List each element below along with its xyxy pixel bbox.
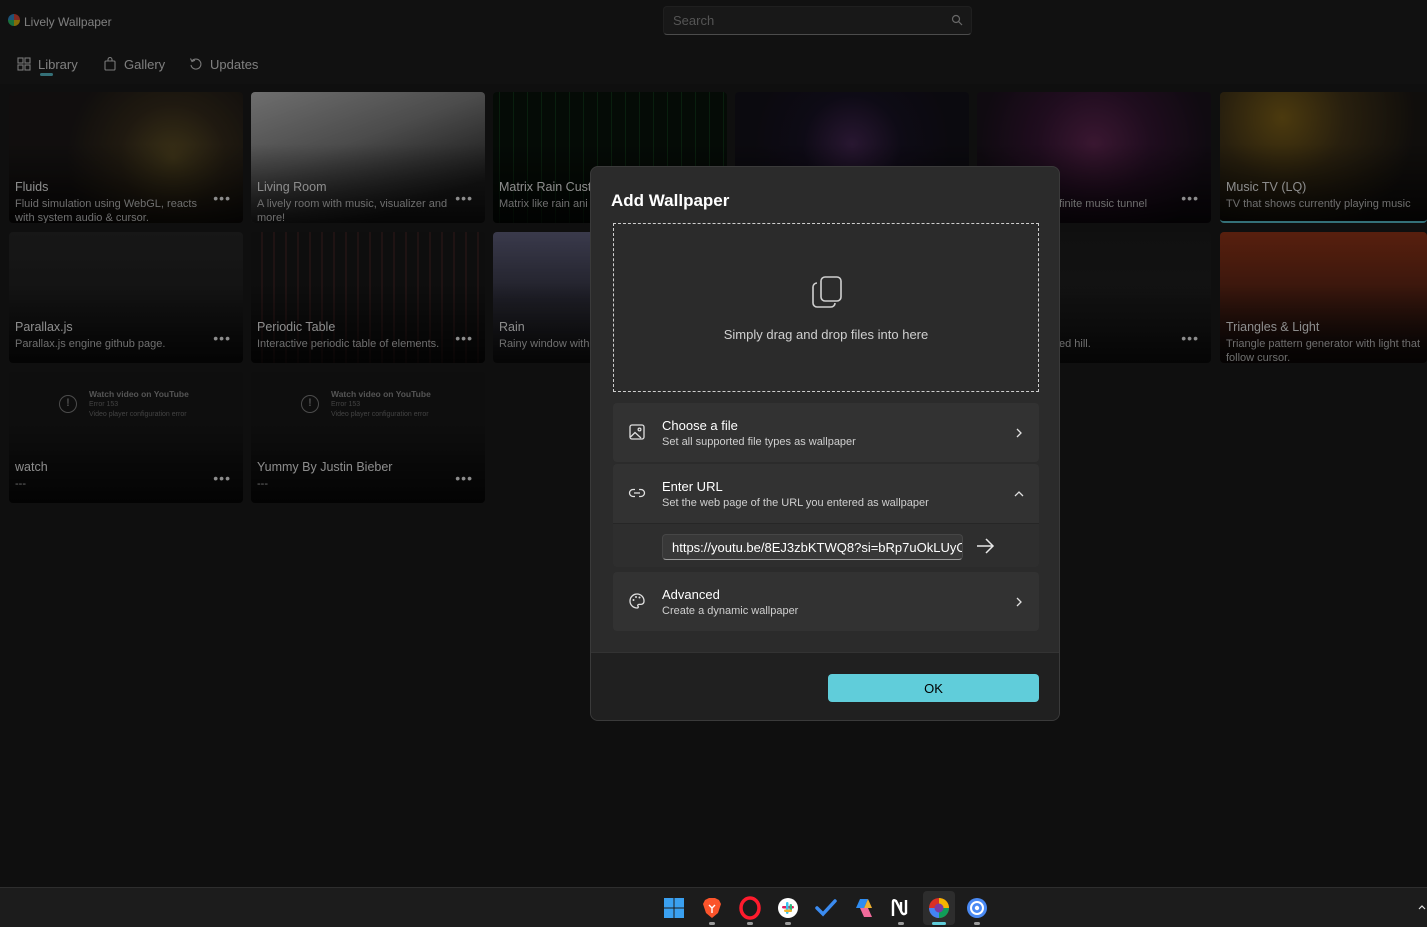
chevron-right-icon	[1016, 428, 1022, 438]
url-input[interactable]	[662, 534, 963, 560]
choose-file-option[interactable]: Choose a file Set all supported file typ…	[613, 403, 1039, 462]
chrome-remote-icon[interactable]	[965, 896, 989, 920]
advanced-option[interactable]: Advanced Create a dynamic wallpaper	[613, 572, 1039, 631]
taskbar	[0, 887, 1427, 927]
tray-chevron-up-icon[interactable]	[1417, 902, 1427, 912]
choose-file-subtitle: Set all supported file types as wallpape…	[662, 436, 856, 448]
choose-file-title: Choose a file	[662, 418, 738, 433]
copy-files-icon	[812, 276, 842, 308]
advanced-subtitle: Create a dynamic wallpaper	[662, 605, 799, 617]
palette-icon	[629, 593, 645, 609]
chevron-right-icon	[1016, 597, 1022, 607]
copilot-icon[interactable]	[852, 896, 876, 920]
chevron-up-icon[interactable]	[1013, 488, 1025, 500]
opera-icon[interactable]	[738, 896, 762, 920]
enter-url-subtitle: Set the web page of the URL you entered …	[662, 497, 929, 509]
drop-zone-text: Simply drag and drop files into here	[723, 327, 929, 342]
dialog-footer: OK	[591, 652, 1059, 720]
ok-button[interactable]: OK	[828, 674, 1039, 702]
add-wallpaper-dialog: Add Wallpaper Simply drag and drop files…	[590, 166, 1060, 721]
windows-start-icon[interactable]	[662, 896, 686, 920]
todo-icon[interactable]	[814, 896, 838, 920]
slack-icon[interactable]	[776, 896, 800, 920]
arrow-right-icon[interactable]	[975, 537, 995, 555]
image-icon	[629, 424, 645, 440]
url-input-row	[613, 523, 1039, 567]
brave-icon[interactable]	[700, 896, 724, 920]
notion-icon[interactable]	[889, 896, 913, 920]
enter-url-title: Enter URL	[662, 479, 723, 494]
enter-url-option[interactable]: Enter URL Set the web page of the URL yo…	[613, 464, 1039, 523]
advanced-title: Advanced	[662, 587, 720, 602]
link-icon	[628, 488, 646, 498]
lively-wallpaper-icon[interactable]	[927, 896, 951, 920]
drop-zone[interactable]: Simply drag and drop files into here	[613, 223, 1039, 392]
dialog-title: Add Wallpaper	[611, 191, 730, 210]
